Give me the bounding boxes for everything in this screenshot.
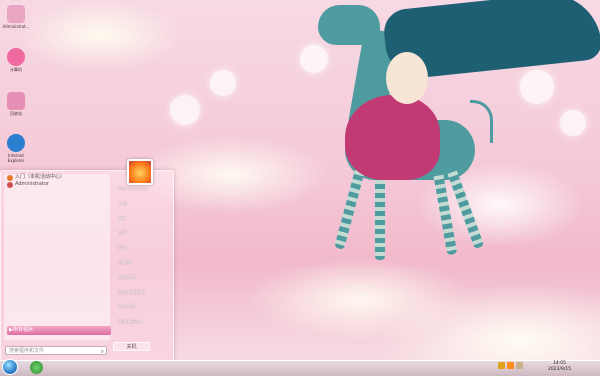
places-item-control-panel[interactable]: 控制面板 bbox=[114, 272, 170, 287]
user-icon bbox=[7, 181, 13, 188]
dandelion-puff bbox=[170, 95, 200, 125]
pinned-programs: 入门（本机活动中心） Administrator bbox=[7, 174, 65, 188]
pinned-item-label: Administrator bbox=[15, 181, 50, 187]
dandelion-puff bbox=[560, 110, 586, 136]
horse-leg bbox=[375, 175, 385, 260]
desktop-icon-label: 计算机 bbox=[10, 67, 22, 72]
volume-icon[interactable] bbox=[507, 362, 514, 369]
clock-date: 2023/9/15 bbox=[548, 367, 572, 372]
all-programs-label: 所有程序 bbox=[13, 327, 34, 333]
girl-face bbox=[386, 52, 428, 104]
places-item-user[interactable]: Administrator bbox=[114, 183, 170, 198]
network-icon[interactable] bbox=[498, 362, 505, 369]
desktop-icon-recycle-bin[interactable]: 回收站 bbox=[2, 92, 30, 117]
pinned-item-label: 入门（本机活动中心） bbox=[15, 174, 66, 180]
pinned-item-user[interactable]: Administrator bbox=[7, 181, 65, 188]
shutdown-button[interactable]: 关机 bbox=[113, 342, 150, 351]
start-button[interactable] bbox=[2, 359, 18, 375]
places-item-help[interactable]: 帮助和支持 bbox=[114, 316, 170, 331]
desktop-icon-ie[interactable]: Internet Explorer bbox=[2, 134, 30, 163]
places-item-games[interactable]: 游戏 bbox=[114, 242, 170, 257]
desktop-icon-computer[interactable]: 计算机 bbox=[2, 48, 30, 73]
system-tray bbox=[498, 362, 523, 369]
desktop-icon-label: Administrat... bbox=[2, 24, 30, 29]
places-item-documents[interactable]: 文档 bbox=[114, 198, 170, 213]
places-item-devices-printers[interactable]: 设备和打印机 bbox=[114, 287, 170, 302]
places-item-music[interactable]: 音乐 bbox=[114, 227, 170, 242]
places-item-pictures[interactable]: 图片 bbox=[114, 213, 170, 228]
getting-started-icon bbox=[7, 174, 13, 181]
computer-icon bbox=[7, 48, 25, 66]
desktop-icon-label: 回收站 bbox=[10, 111, 22, 116]
girl-dress bbox=[345, 95, 440, 180]
taskbar-clock[interactable]: 14:05 2023/9/15 bbox=[548, 361, 571, 373]
arrow-right-icon: ▶ bbox=[9, 327, 13, 333]
ie-taskbar-icon[interactable] bbox=[30, 361, 43, 374]
search-icon[interactable]: ⌕ bbox=[101, 347, 104, 356]
shutdown-label: 关机 bbox=[126, 344, 137, 350]
desktop-icon-user-folder[interactable]: Administrat... bbox=[2, 5, 30, 29]
places-item-default-programs[interactable]: 默认程序 bbox=[114, 301, 170, 316]
search-placeholder: 搜索程序和文件 bbox=[9, 348, 45, 354]
ie-icon bbox=[7, 134, 25, 152]
start-menu-places-pane: Administrator 文档 图片 音乐 游戏 计算机 控制面板 设备和打印… bbox=[114, 183, 170, 331]
flag-icon[interactable] bbox=[516, 362, 523, 369]
all-programs-button[interactable]: ▶ 所有程序 bbox=[7, 326, 111, 335]
user-picture[interactable] bbox=[127, 159, 153, 185]
pinned-item-getting-started[interactable]: 入门（本机活动中心） bbox=[7, 174, 65, 181]
search-input[interactable]: 搜索程序和文件 ⌕ bbox=[5, 346, 107, 355]
horse-head bbox=[318, 5, 380, 45]
dandelion-puff bbox=[210, 70, 236, 96]
desktop-icon-label: Internet Explorer bbox=[7, 153, 25, 163]
user-folder-icon bbox=[7, 5, 25, 23]
places-item-computer[interactable]: 计算机 bbox=[114, 257, 170, 272]
start-menu-programs-pane: 入门（本机活动中心） Administrator ▶ 所有程序 bbox=[4, 174, 111, 340]
dandelion-puff bbox=[520, 70, 554, 104]
dandelion-puff bbox=[300, 45, 328, 73]
recycle-bin-icon bbox=[7, 92, 25, 110]
start-menu: 入门（本机活动中心） Administrator ▶ 所有程序 搜索程序和文件 … bbox=[0, 159, 174, 362]
